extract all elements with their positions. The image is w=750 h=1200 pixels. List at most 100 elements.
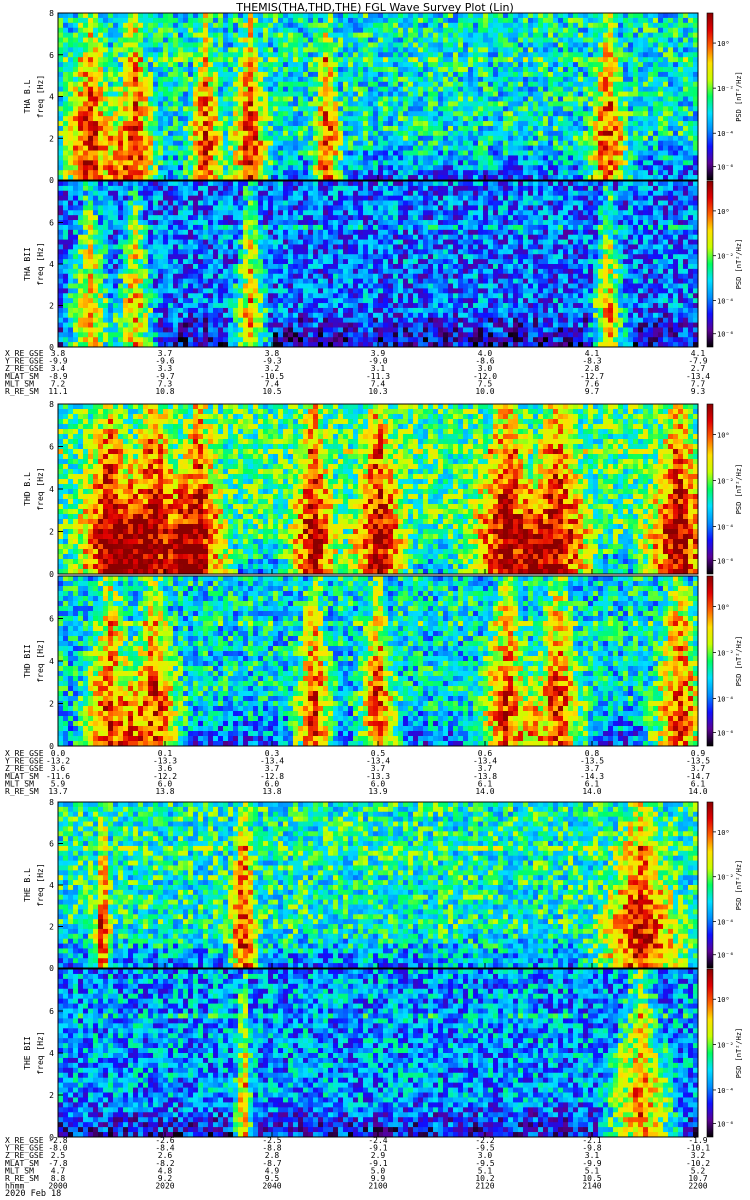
ephemeris-value: 2020 bbox=[155, 1182, 174, 1191]
colorbar-tick-label: 10⁻² bbox=[717, 874, 734, 882]
colorbar-tick-label: 10⁻² bbox=[717, 85, 734, 93]
ephemeris-2: X_RE_GSE 0.0 0.1 0.3 0.5 0.6 0.8 0.9Y_RE_GSE -13… bbox=[5, 749, 710, 796]
panel-label: THE B.L bbox=[23, 868, 32, 902]
colorbar-tick-label: 10⁻⁶ bbox=[717, 729, 734, 737]
panel-label: THE BII bbox=[23, 1036, 32, 1070]
colorbar-tick-label: 10⁻⁴ bbox=[717, 298, 734, 306]
y-tick-label: 8 bbox=[49, 798, 54, 807]
panel-the_bl: 02468THE B.L freq [Hz]10⁰10⁻²10⁻⁴10⁻⁶PSD … bbox=[23, 798, 743, 973]
panel-label: THA B.L bbox=[23, 79, 32, 113]
ephemeris-value: 10.8 bbox=[155, 387, 174, 396]
colorbar bbox=[707, 576, 713, 746]
colorbar bbox=[707, 802, 713, 968]
panel-tha_bii: 0246THA BII freq [Hz]10⁰10⁻²10⁻⁴10⁻⁶PSD [… bbox=[23, 181, 743, 352]
colorbar-label: PSD [nT²/Hz] bbox=[735, 636, 743, 687]
y-tick-label: 6 bbox=[49, 1007, 54, 1016]
y-tick-label: 8 bbox=[49, 400, 54, 409]
wave-survey-plot: THEMIS(THA,THD,THE) FGL Wave Survey Plot… bbox=[0, 0, 750, 1200]
colorbar bbox=[707, 404, 713, 574]
plot-title: THEMIS(THA,THD,THE) FGL Wave Survey Plot… bbox=[235, 1, 514, 14]
colorbar-tick-label: 10⁻² bbox=[717, 478, 734, 486]
y-tick-label: 4 bbox=[49, 657, 54, 666]
y-tick-label: 8 bbox=[49, 9, 54, 18]
ephemeris-value: 11.1 bbox=[48, 387, 67, 396]
colorbar-tick-label: 10⁻² bbox=[717, 1042, 734, 1050]
y-tick-label: 6 bbox=[49, 615, 54, 624]
y-tick-label: 2 bbox=[49, 700, 54, 709]
y-axis-label: freq [Hz] bbox=[36, 1031, 45, 1074]
y-axis-label: freq [Hz] bbox=[36, 75, 45, 118]
y-tick-label: 2 bbox=[49, 134, 54, 143]
ephemeris-value: 13.7 bbox=[48, 787, 67, 796]
colorbar bbox=[707, 969, 713, 1137]
colorbar-label: PSD [nT²/Hz] bbox=[735, 239, 743, 290]
colorbar-label: PSD [nT²/Hz] bbox=[735, 1028, 743, 1079]
ephemeris-value: 2120 bbox=[475, 1182, 494, 1191]
colorbar-tick-label: 10⁻⁴ bbox=[717, 130, 734, 138]
y-tick-label: 4 bbox=[49, 1049, 54, 1058]
colorbar-tick-label: 10⁻⁴ bbox=[717, 919, 734, 927]
colorbar-tick-label: 10⁻² bbox=[717, 253, 734, 261]
ephemeris-value: 14.0 bbox=[688, 787, 707, 796]
colorbar-tick-label: 10⁻⁴ bbox=[717, 695, 734, 703]
panel-the_bii: 0246THE BII freq [Hz]10⁰10⁻²10⁻⁴10⁻⁶PSD [… bbox=[23, 969, 743, 1142]
y-tick-label: 4 bbox=[49, 881, 54, 890]
ephemeris-value: 2100 bbox=[368, 1182, 387, 1191]
y-tick-label: 0 bbox=[49, 176, 54, 185]
y-tick-label: 4 bbox=[49, 260, 54, 269]
colorbar-tick-label: 10⁻⁶ bbox=[717, 164, 734, 172]
ephemeris-value: 13.8 bbox=[262, 787, 281, 796]
y-axis-label: freq [Hz] bbox=[36, 242, 45, 285]
spectrogram-thd_bl bbox=[58, 404, 698, 574]
y-tick-label: 2 bbox=[49, 302, 54, 311]
ephemeris-value: 13.8 bbox=[155, 787, 174, 796]
spectrogram-tha_bl bbox=[58, 13, 698, 180]
spectrogram-the_bl bbox=[58, 802, 698, 968]
y-axis-label: freq [Hz] bbox=[36, 467, 45, 510]
panel-tha_bl: 0 2 4 6 8 THA B.L freq [Hz] 10⁰ 10⁻² 10⁻⁴ 10⁻⁶ PSD … bbox=[23, 9, 743, 185]
y-tick-label: 0 bbox=[49, 964, 54, 973]
y-tick-label: 0 bbox=[49, 570, 54, 579]
y-tick-label: 6 bbox=[49, 840, 54, 849]
spectrogram-thd_bii bbox=[58, 576, 698, 746]
spectrogram-panels: 0 2 4 6 8 THA B.L freq [Hz] 10⁰ 10⁻² 10⁻⁴ 10⁻⁶ PSD … bbox=[23, 9, 743, 1142]
ephemeris-value: 2140 bbox=[582, 1182, 601, 1191]
ephemeris-value: 9.3 bbox=[691, 387, 706, 396]
ephemeris-row-name: R_RE_SM bbox=[5, 787, 39, 796]
ephemeris-value: 9.7 bbox=[585, 387, 600, 396]
ephemeris-value: 14.0 bbox=[475, 787, 494, 796]
y-tick-label: 6 bbox=[49, 443, 54, 452]
y-tick-label: 6 bbox=[49, 51, 54, 60]
colorbar-label: PSD [nT²/Hz] bbox=[735, 71, 743, 122]
footer-date: 2020 Feb 18 bbox=[5, 1189, 61, 1199]
y-axis-label: freq [Hz] bbox=[36, 639, 45, 682]
spectrogram-the_bii bbox=[58, 969, 698, 1137]
panel-thd_bii: 0246THD BII freq [Hz]10⁰10⁻²10⁻⁴10⁻⁶PSD [… bbox=[23, 576, 743, 751]
y-tick-label: 2 bbox=[49, 923, 54, 932]
ephemeris-value: 2040 bbox=[262, 1182, 281, 1191]
colorbar bbox=[707, 13, 713, 180]
ephemeris-value: 10.0 bbox=[475, 387, 494, 396]
colorbar-tick-label: 10⁻⁴ bbox=[717, 523, 734, 531]
y-tick-label: 4 bbox=[49, 93, 54, 102]
panel-label: THA BII bbox=[23, 247, 32, 281]
y-tick-label: 4 bbox=[49, 485, 54, 494]
colorbar-tick-label: 10⁰ bbox=[717, 40, 730, 48]
ephemeris-value: 10.5 bbox=[262, 387, 281, 396]
colorbar-tick-label: 10⁰ bbox=[717, 604, 730, 612]
ephemeris-1: X_RE_GSE 3.8 3.7 3.8 3.9 4.0 4.1 4.1Y_RE_GSE -9.… bbox=[5, 349, 710, 396]
ephemeris-value: 2200 bbox=[688, 1182, 707, 1191]
colorbar-label: PSD [nT²/Hz] bbox=[735, 860, 743, 911]
y-tick-label: 6 bbox=[49, 219, 54, 228]
y-tick-label: 2 bbox=[49, 1091, 54, 1100]
panel-label: THD B.L bbox=[23, 472, 32, 506]
colorbar-tick-label: 10⁻⁴ bbox=[717, 1087, 734, 1095]
colorbar-tick-label: 10⁻² bbox=[717, 650, 734, 658]
y-tick-label: 2 bbox=[49, 528, 54, 537]
ephemeris-value: 13.9 bbox=[368, 787, 387, 796]
ephemeris-value: 14.0 bbox=[582, 787, 601, 796]
ephemeris-3: X_RE_GSE -2.8 -2.6 -2.5 -2.4 -2.2 -2.1 -1.9Y_RE… bbox=[5, 1136, 710, 1191]
colorbar-tick-label: 10⁰ bbox=[717, 208, 730, 216]
colorbar-tick-label: 10⁰ bbox=[717, 996, 730, 1004]
panel-thd_bl: 02468THD B.L freq [Hz]10⁰10⁻²10⁻⁴10⁻⁶PSD … bbox=[23, 400, 743, 579]
